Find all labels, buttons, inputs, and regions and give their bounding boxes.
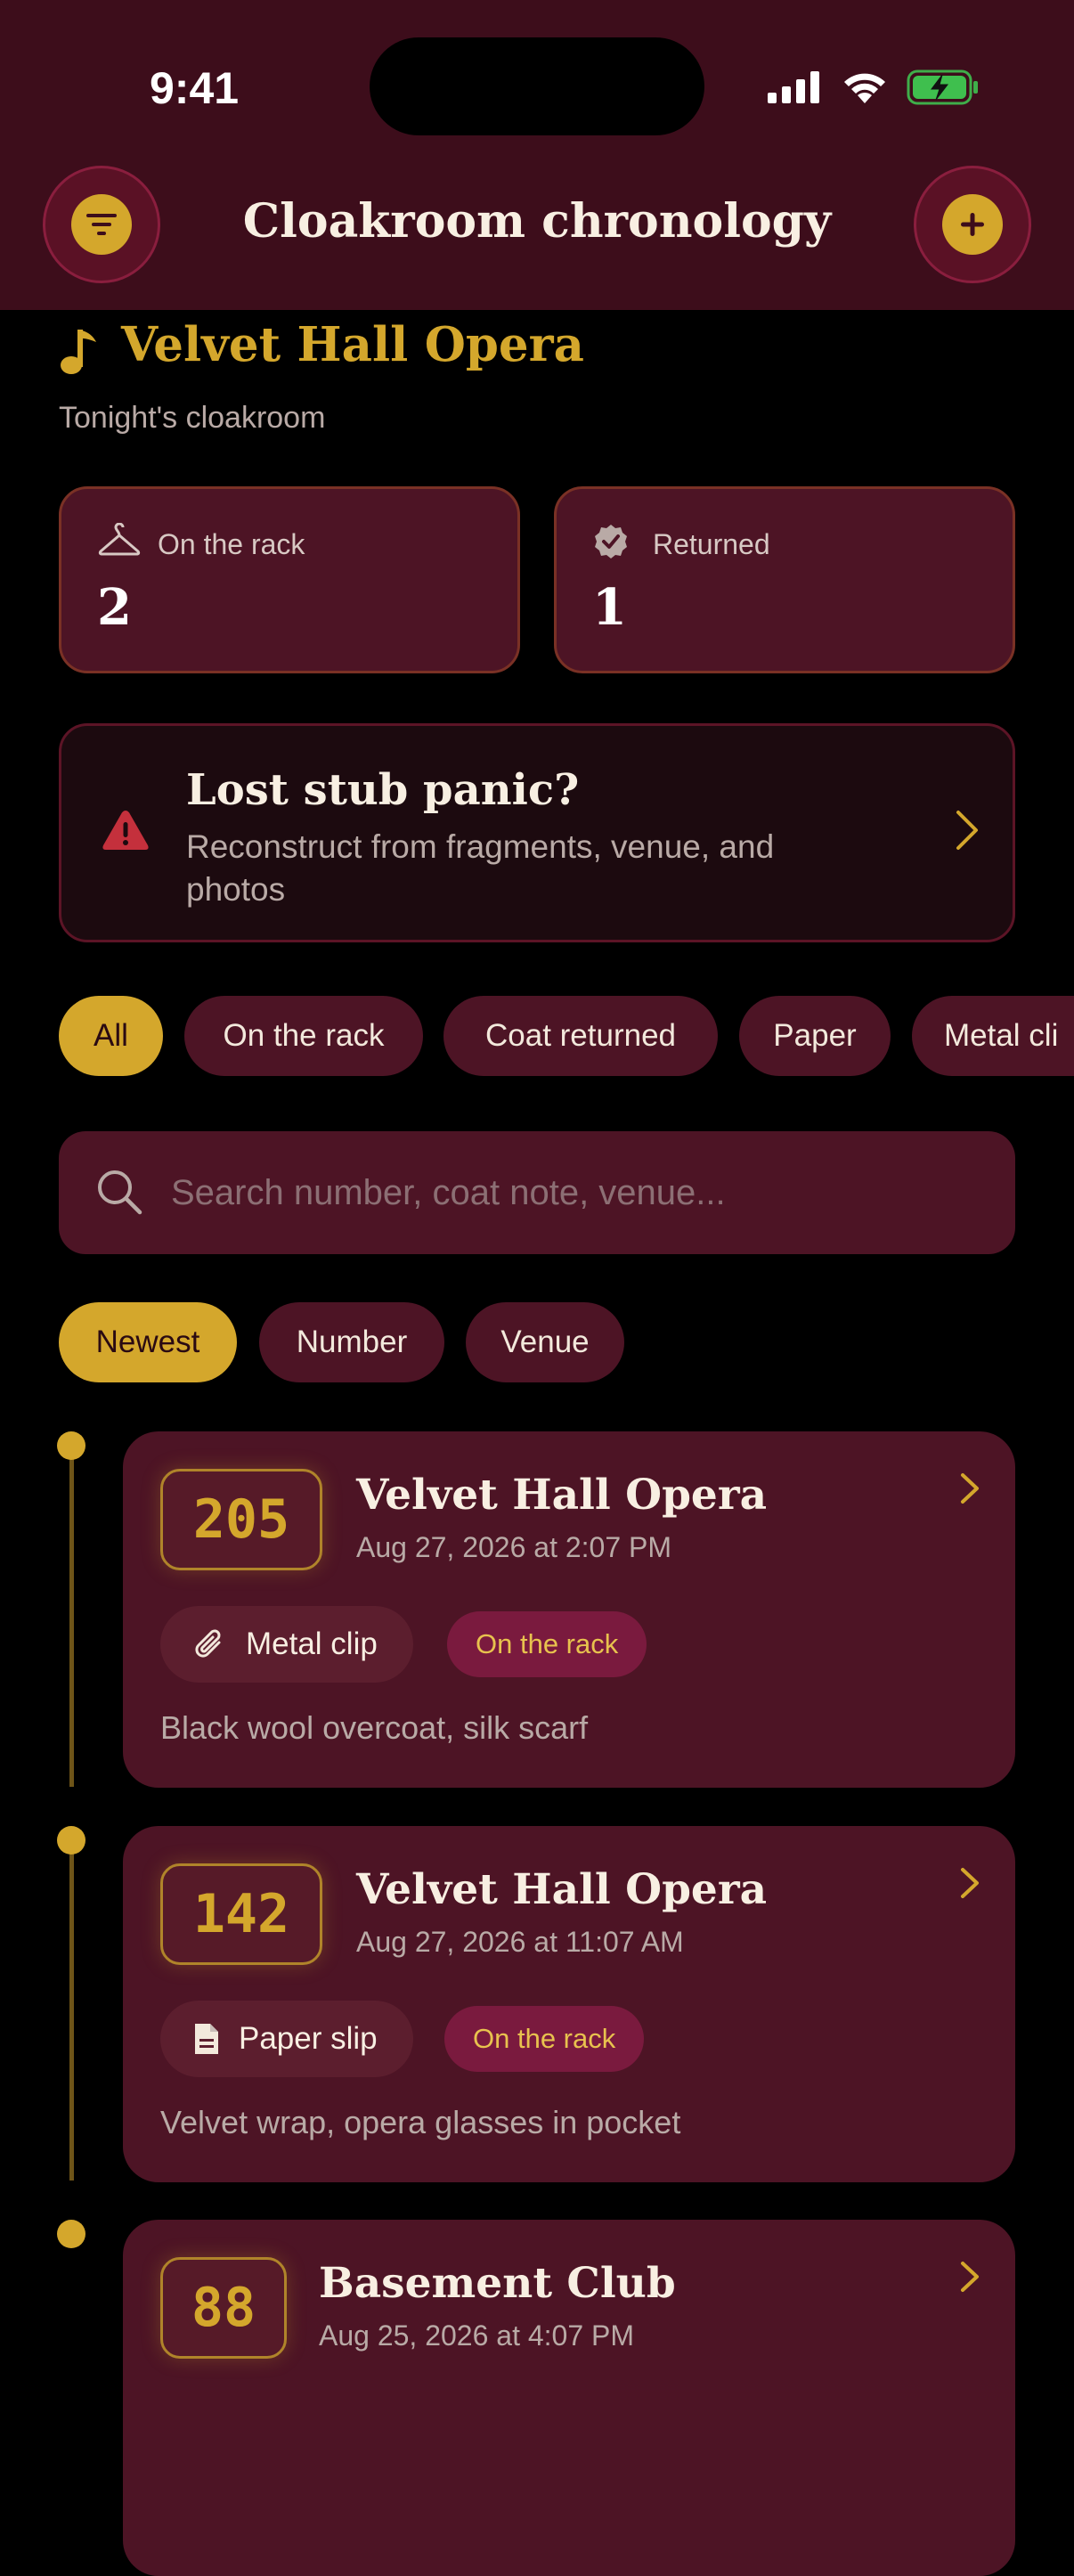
venue-title: Velvet Hall Opera (121, 317, 584, 372)
ticket-type-badge: Paper slip (160, 2001, 413, 2077)
ticket-type-badge: Metal clip (160, 1606, 413, 1683)
ticket-card[interactable]: 205 Velvet Hall Opera Aug 27, 2026 at 2:… (123, 1431, 1015, 1788)
stat-label: On the rack (158, 528, 305, 560)
ticket-type-label: Metal clip (246, 1626, 378, 1661)
ticket-venue: Basement Club (319, 2259, 676, 2308)
ticket-number: 142 (160, 1863, 322, 1965)
lost-stub-card[interactable]: Lost stub panic? Reconstruct from fragme… (59, 723, 1015, 942)
ticket-status-badge: On the rack (444, 2006, 645, 2072)
filter-chips: All On the rack Coat returned Paper Meta… (59, 996, 1074, 1078)
timeline-dot (57, 1431, 85, 1460)
hanger-icon (98, 523, 141, 556)
ticket-number: 205 (160, 1469, 322, 1570)
music-note-icon (61, 330, 96, 374)
ticket-date: Aug 27, 2026 at 11:07 AM (356, 1926, 684, 1958)
stat-card-returned[interactable]: Returned 1 (554, 486, 1015, 673)
ticket-card[interactable]: 142 Velvet Hall Opera Aug 27, 2026 at 11… (123, 1826, 1015, 2182)
paperclip-icon (195, 1629, 221, 1658)
wifi-icon (844, 73, 885, 103)
timeline-dot (57, 2220, 85, 2248)
stat-value: 1 (592, 578, 627, 637)
sort-chips: Newest Number Venue (59, 1302, 1015, 1384)
ticket-date: Aug 25, 2026 at 4:07 PM (319, 2319, 635, 2352)
filter-chip-coat-returned[interactable]: Coat returned (443, 996, 718, 1076)
stat-value: 2 (97, 578, 132, 637)
warning-icon (102, 811, 149, 850)
plus-icon (961, 213, 984, 236)
ticket-venue: Velvet Hall Opera (356, 1471, 768, 1520)
sort-chip-newest[interactable]: Newest (59, 1302, 237, 1382)
chevron-right-icon (961, 2262, 979, 2292)
filter-chip-all[interactable]: All (59, 996, 163, 1076)
top-bar: 9:41 Cloakroom chronology (0, 0, 1074, 310)
status-time: 9:41 (150, 63, 240, 113)
signal-icon (768, 71, 819, 103)
chevron-right-icon (961, 1868, 979, 1898)
add-ticket-button[interactable] (914, 166, 1031, 283)
document-icon (195, 2024, 218, 2054)
timeline-line (69, 1838, 74, 2181)
battery-icon (907, 69, 978, 105)
search-icon (98, 1170, 142, 1215)
stat-card-on-rack[interactable]: On the rack 2 (59, 486, 520, 673)
sort-chip-number[interactable]: Number (259, 1302, 444, 1382)
search-bar (59, 1131, 1015, 1254)
ticket-note: Black wool overcoat, silk scarf (160, 1709, 589, 1746)
stat-label: Returned (653, 528, 770, 560)
dynamic-island (370, 37, 704, 135)
chevron-right-icon (956, 811, 978, 850)
search-input[interactable] (171, 1158, 972, 1227)
ticket-note: Velvet wrap, opera glasses in pocket (160, 2104, 681, 2140)
filter-chip-on-rack[interactable]: On the rack (184, 996, 423, 1076)
ticket-card[interactable]: 88 Basement Club Aug 25, 2026 at 4:07 PM (123, 2220, 1015, 2576)
lost-stub-description: Reconstruct from fragments, venue, and p… (186, 828, 775, 908)
ticket-status-badge: On the rack (447, 1611, 647, 1677)
venue-subtitle: Tonight's cloakroom (59, 401, 326, 435)
lost-stub-title: Lost stub panic? (186, 765, 580, 815)
ticket-venue: Velvet Hall Opera (356, 1865, 768, 1914)
filter-chip-metal-clip[interactable]: Metal cli (912, 996, 1074, 1076)
timeline-line (69, 1445, 74, 1787)
timeline-dot (57, 1826, 85, 1855)
ticket-date: Aug 27, 2026 at 2:07 PM (356, 1531, 672, 1563)
chevron-right-icon (961, 1473, 979, 1504)
ticket-number: 88 (160, 2257, 287, 2359)
sort-chip-venue[interactable]: Venue (466, 1302, 624, 1382)
ticket-type-label: Paper slip (239, 2021, 378, 2056)
verified-badge-icon (595, 525, 627, 558)
filter-chip-paper[interactable]: Paper (739, 996, 891, 1076)
